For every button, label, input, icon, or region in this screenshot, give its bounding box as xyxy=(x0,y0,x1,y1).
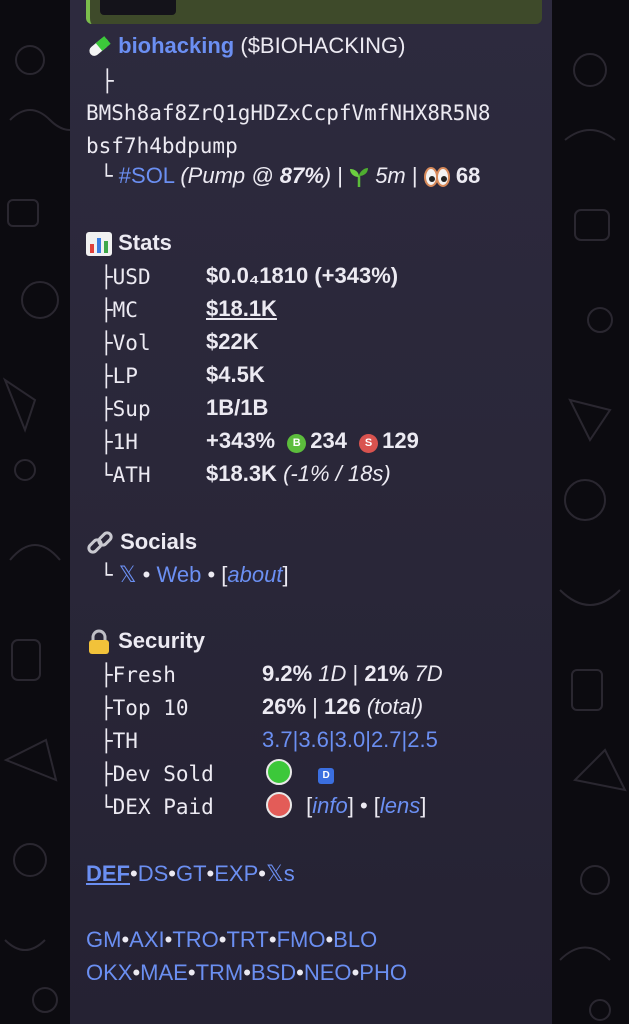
stat-row-label: ├USD xyxy=(100,265,151,289)
separator: | xyxy=(337,163,343,188)
bsd-link[interactable]: BSD xyxy=(251,960,296,985)
link-row-1: DEF•DS•GT•EXP•𝕏s xyxy=(86,861,295,886)
stat-1h-value: +343% B 234 S 129 xyxy=(206,428,419,453)
stat-row-label: ├Sup xyxy=(100,397,151,421)
contract-address-line1[interactable]: BMSh8af8ZrQ1gHDZxCcpfVmfNHX8R5N8 xyxy=(86,98,491,128)
stat-vol-value: $22K xyxy=(206,329,259,354)
info-link[interactable]: info xyxy=(312,793,347,818)
okx-link[interactable]: OKX xyxy=(86,960,132,985)
token-meta-line: └ #SOL (Pump @ 87%) | 5m | 68 xyxy=(100,161,480,191)
stat-row-label: ├Vol xyxy=(100,331,151,355)
lock-icon xyxy=(89,629,109,655)
sells-badge-icon: S xyxy=(359,434,379,453)
red-circle-icon xyxy=(266,792,292,818)
separator: | xyxy=(411,163,418,188)
lens-link[interactable]: lens xyxy=(380,793,420,818)
holder-link[interactable]: 2.7 xyxy=(371,727,402,752)
stat-row-label: └ATH xyxy=(100,463,151,487)
eyes-icon xyxy=(423,167,450,188)
security-row-label: ├Top 10 xyxy=(100,696,189,720)
web-link[interactable]: Web xyxy=(156,562,201,587)
bar-chart-icon xyxy=(86,232,112,257)
link-icon xyxy=(87,531,113,554)
blo-link[interactable]: BLO xyxy=(333,927,377,952)
tro-link[interactable]: TRO xyxy=(172,927,218,952)
buys-badge-icon: B xyxy=(287,434,307,453)
token-age: 5m xyxy=(375,163,406,188)
tree-branch: └ xyxy=(100,563,113,587)
pump-prefix: (Pump @ xyxy=(180,163,280,188)
token-ticker: ($BIOHACKING) xyxy=(240,33,406,58)
link-row-3: OKX•MAE•TRM•BSD•NEO•PHO xyxy=(86,960,407,985)
socials-links: └ 𝕏 • Web • [about] xyxy=(100,562,289,587)
security-section-title: Security xyxy=(86,626,205,656)
chain-tag-link[interactable]: #SOL xyxy=(119,163,174,188)
contract-address-line2[interactable]: bsf7h4bdpump xyxy=(86,131,238,161)
trt-link[interactable]: TRT xyxy=(226,927,268,952)
xs-link[interactable]: 𝕏s xyxy=(266,861,295,886)
stat-ath-value: $18.3K (-1% / 18s) xyxy=(206,461,391,486)
def-link[interactable]: DEF xyxy=(86,861,130,886)
security-row-label: ├Dev Sold xyxy=(100,762,214,786)
tree-branch: ├ xyxy=(101,69,114,93)
stat-row-label: ├1H xyxy=(100,430,138,454)
sells-count: 129 xyxy=(382,428,419,453)
pump-percent: 87% xyxy=(279,163,324,188)
buys-count: 234 xyxy=(310,428,347,453)
exp-link[interactable]: EXP xyxy=(214,861,258,886)
watchers-count: 68 xyxy=(455,163,481,188)
stat-usd-value: $0.0₄1810 (+343%) xyxy=(206,263,399,288)
dev-badge-icon[interactable]: D xyxy=(318,768,335,784)
neo-link[interactable]: NEO xyxy=(304,960,352,985)
pho-link[interactable]: PHO xyxy=(359,960,407,985)
link-row-2: GM•AXI•TRO•TRT•FMO•BLO xyxy=(86,927,378,952)
seedling-icon xyxy=(350,168,369,188)
ds-link[interactable]: DS xyxy=(138,861,169,886)
holder-link[interactable]: 3.0 xyxy=(335,727,366,752)
dev-sold-value: D xyxy=(266,758,335,788)
fmo-link[interactable]: FMO xyxy=(277,927,326,952)
stat-sup-value: 1B/1B xyxy=(206,395,269,420)
x-link[interactable]: 𝕏 xyxy=(119,562,137,587)
fresh-value: 9.2% 1D | 21% 7D xyxy=(262,661,443,686)
mae-link[interactable]: MAE xyxy=(140,960,188,985)
dex-paid-value: [info] • [lens] xyxy=(266,791,426,821)
token-header: biohacking ($BIOHACKING) xyxy=(86,31,405,61)
stats-section-title: Stats xyxy=(86,228,172,258)
socials-section-title: Socials xyxy=(86,527,197,557)
security-row-label: ├Fresh xyxy=(100,663,176,687)
stat-mc-value-link[interactable]: $18.1K xyxy=(206,294,277,324)
holder-link[interactable]: 3.6 xyxy=(298,727,329,752)
green-circle-icon xyxy=(266,759,292,785)
tree-branch: └ xyxy=(100,164,113,188)
token-name-link[interactable]: biohacking xyxy=(118,33,234,58)
holder-link[interactable]: 2.5 xyxy=(407,727,438,752)
about-link[interactable]: about xyxy=(227,562,282,587)
holder-link[interactable]: 3.7 xyxy=(262,727,293,752)
pump-suffix: ) xyxy=(323,163,332,188)
security-row-label: ├TH xyxy=(100,729,138,753)
security-row-label: └DEX Paid xyxy=(100,795,214,819)
stat-row-label: ├LP xyxy=(100,364,138,388)
trm-link[interactable]: TRM xyxy=(196,960,244,985)
top-holders-values: 3.7|3.6|3.0|2.7|2.5 xyxy=(262,727,438,752)
stat-lp-value: $4.5K xyxy=(206,362,265,387)
gm-link[interactable]: GM xyxy=(86,927,121,952)
pill-icon xyxy=(89,36,111,57)
gt-link[interactable]: GT xyxy=(176,861,207,886)
axi-link[interactable]: AXI xyxy=(129,927,164,952)
top10-value: 26% | 126 (total) xyxy=(262,694,424,719)
stat-row-label: ├MC xyxy=(100,298,138,322)
previous-message-thumbnail xyxy=(100,0,176,15)
